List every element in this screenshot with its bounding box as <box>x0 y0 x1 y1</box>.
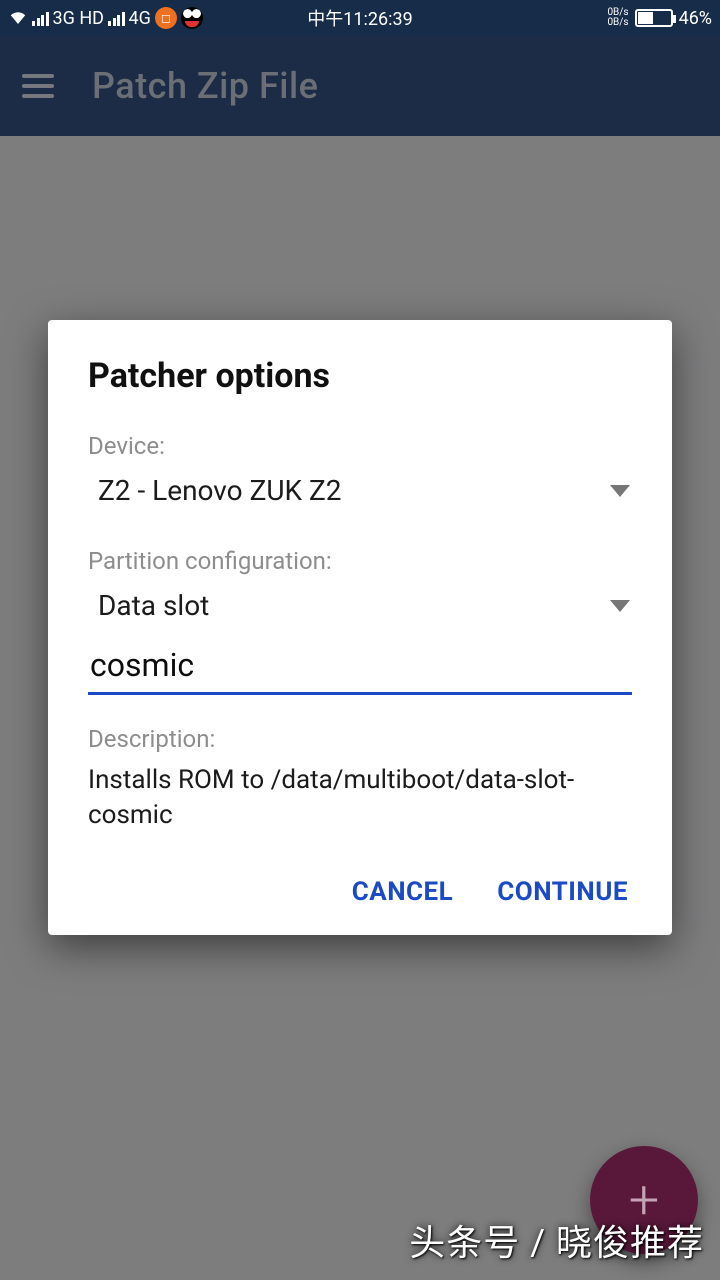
status-right: 0B/s 0B/s 46% <box>607 8 712 29</box>
network-4g-label: 4G <box>129 8 151 29</box>
partition-select-value: Data slot <box>98 589 209 622</box>
signal-bars-icon-2 <box>108 10 125 26</box>
status-left: 3G HD 4G ◻ <box>8 7 203 29</box>
battery-icon <box>635 9 673 27</box>
wifi-icon <box>8 8 28 29</box>
device-select[interactable]: Z2 - Lenovo ZUK Z2 <box>88 470 632 525</box>
status-bar: 3G HD 4G ◻ 中午11:26:39 0B/s 0B/s 46% <box>0 0 720 36</box>
net-speed-icon: 0B/s 0B/s <box>607 8 628 28</box>
device-select-value: Z2 - Lenovo ZUK Z2 <box>98 474 342 507</box>
dialog-actions: CANCEL CONTINUE <box>88 877 632 907</box>
continue-button[interactable]: CONTINUE <box>497 877 628 907</box>
partition-label: Partition configuration: <box>88 547 632 575</box>
dialog-title: Patcher options <box>88 356 632 396</box>
chevron-down-icon <box>610 600 630 612</box>
notification-badge-icon: ◻ <box>155 7 177 29</box>
menu-icon[interactable] <box>18 66 58 106</box>
plus-icon: + <box>629 1169 660 1232</box>
cancel-button[interactable]: CANCEL <box>352 877 454 907</box>
qq-icon <box>181 7 203 29</box>
chevron-down-icon <box>610 485 630 497</box>
network-3g-label: 3G HD <box>53 8 105 29</box>
slot-name-input[interactable] <box>88 640 632 695</box>
page-title: Patch Zip File <box>92 65 318 107</box>
add-fab-button[interactable]: + <box>590 1146 698 1254</box>
device-label: Device: <box>88 432 632 460</box>
description-label: Description: <box>88 725 632 753</box>
patcher-options-dialog: Patcher options Device: Z2 - Lenovo ZUK … <box>48 320 672 935</box>
signal-bars-icon <box>32 10 49 26</box>
status-time: 中午11:26:39 <box>307 5 412 31</box>
app-bar: Patch Zip File <box>0 36 720 136</box>
partition-select[interactable]: Data slot <box>88 585 632 640</box>
battery-percent: 46% <box>679 8 712 29</box>
description-text: Installs ROM to /data/multiboot/data-slo… <box>88 763 632 833</box>
